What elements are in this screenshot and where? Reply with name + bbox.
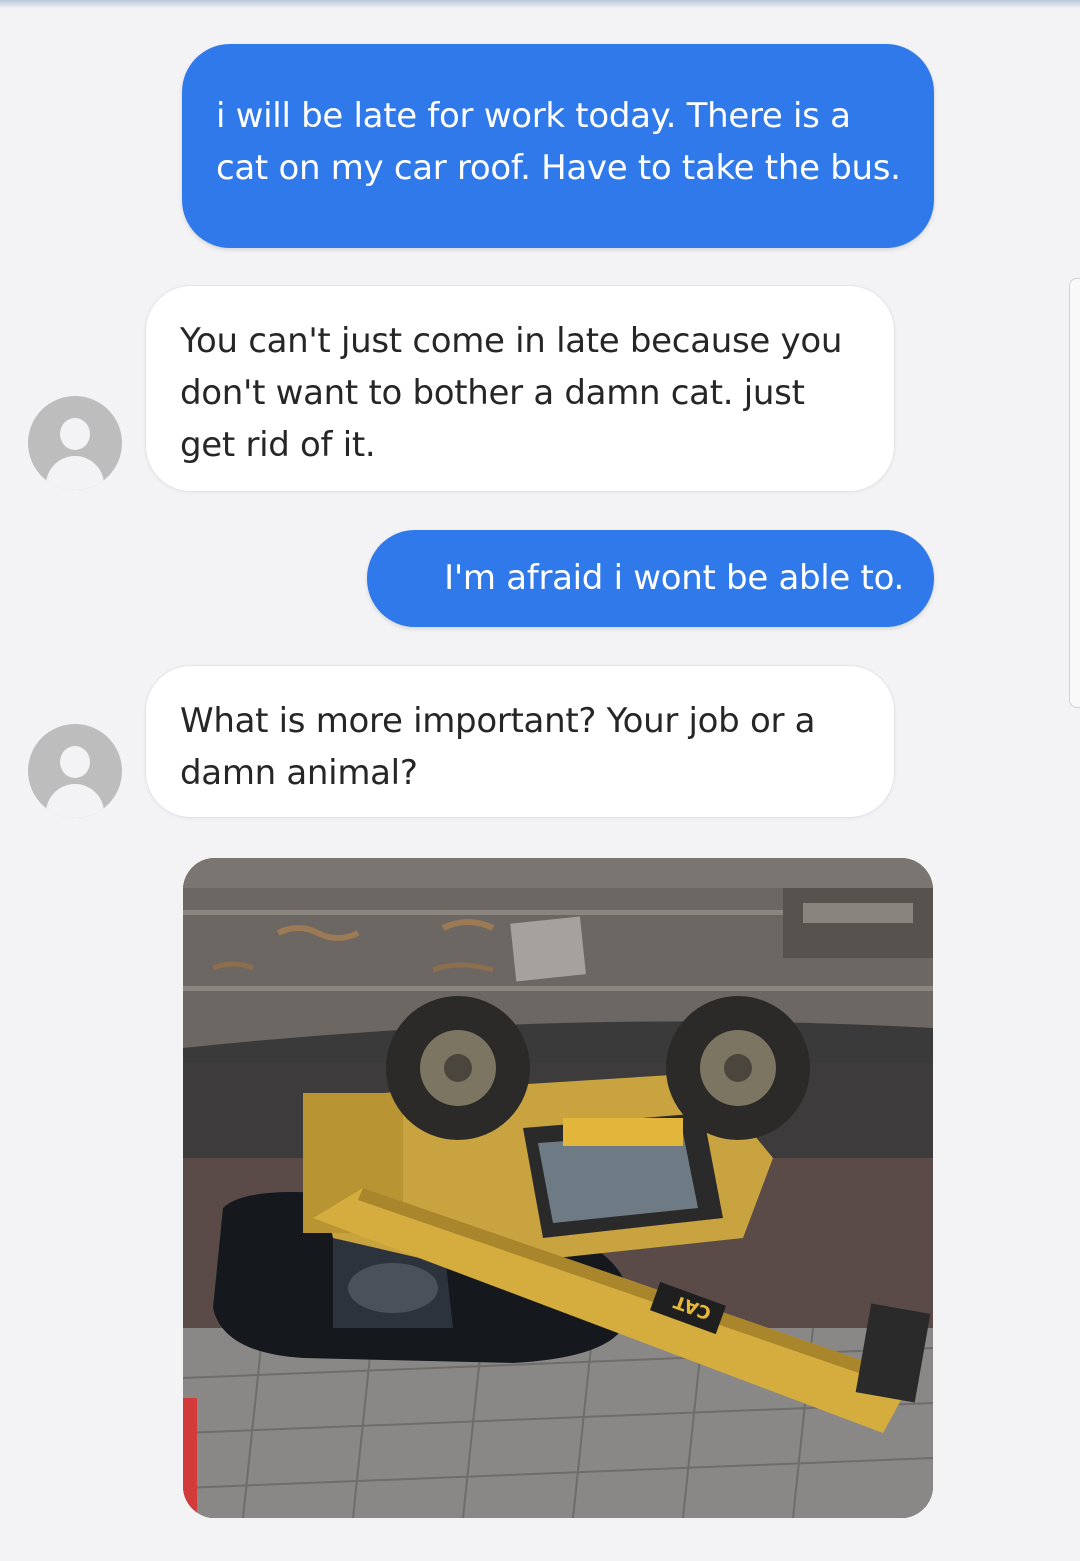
sent-message-bubble[interactable]: i will be late for work today. There is … <box>182 44 934 248</box>
photo-attachment[interactable]: CAT <box>183 858 933 1518</box>
scrollbar-thumb[interactable] <box>1069 278 1080 708</box>
crane-on-car-photo: CAT <box>183 858 933 1518</box>
contact-avatar-icon[interactable] <box>28 724 122 818</box>
received-message-bubble[interactable]: What is more important? Your job or a da… <box>145 665 895 818</box>
message-text: You can't just come in late because you … <box>180 321 843 465</box>
top-status-strip <box>0 0 1080 8</box>
received-message-bubble[interactable]: You can't just come in late because you … <box>145 285 895 492</box>
message-text: I'm afraid i wont be able to. <box>444 558 904 598</box>
sent-message-bubble[interactable]: I'm afraid i wont be able to. <box>367 530 934 627</box>
message-text: What is more important? Your job or a da… <box>180 701 816 793</box>
message-text: i will be late for work today. There is … <box>216 96 901 188</box>
contact-avatar-icon[interactable] <box>28 396 122 490</box>
